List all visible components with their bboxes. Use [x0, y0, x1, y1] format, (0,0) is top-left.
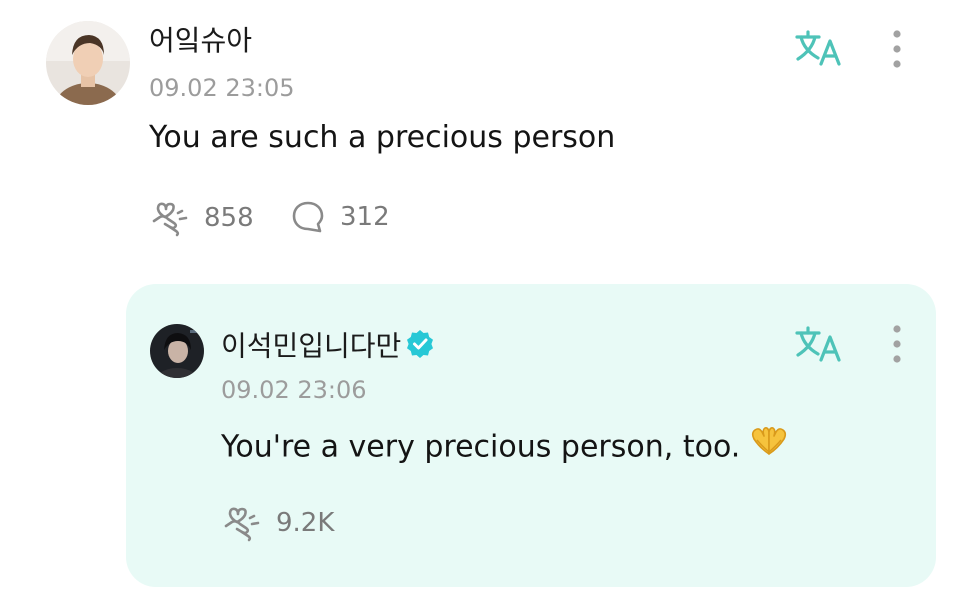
like-button[interactable]: 858: [150, 199, 254, 237]
translate-icon[interactable]: [794, 324, 844, 364]
reply-text-content: You're a very precious person, too.: [221, 429, 741, 465]
avatar[interactable]: [150, 324, 204, 378]
verified-badge-icon: [405, 328, 435, 363]
comment-count: 312: [340, 202, 390, 232]
username[interactable]: 이석민입니다만: [221, 330, 435, 365]
timestamp: 09.02 23:05: [149, 74, 295, 102]
timestamp: 09.02 23:06: [221, 376, 367, 404]
hand-heart-icon: [152, 202, 188, 237]
like-button[interactable]: 9.2K: [222, 504, 334, 542]
avatar[interactable]: [46, 21, 130, 105]
comment-bubble-icon: [292, 201, 324, 233]
comment-text: You are such a precious person: [149, 120, 616, 155]
translate-icon[interactable]: [794, 28, 844, 68]
like-count: 9.2K: [276, 508, 335, 538]
username-text: 이석민입니다만: [221, 329, 402, 363]
reply-text: You're a very precious person, too.: [221, 427, 790, 468]
username[interactable]: 어잌슈아: [149, 27, 252, 55]
like-count: 858: [204, 203, 254, 233]
comment-thread: 어잌슈아 09.02 23:05 You are such a precious…: [0, 0, 960, 603]
heart-hands-emoji: [748, 424, 790, 464]
hand-heart-icon: [224, 507, 260, 542]
more-vertical-icon[interactable]: [887, 28, 907, 70]
comment-button[interactable]: 312: [290, 199, 390, 235]
more-vertical-icon[interactable]: [887, 323, 907, 365]
